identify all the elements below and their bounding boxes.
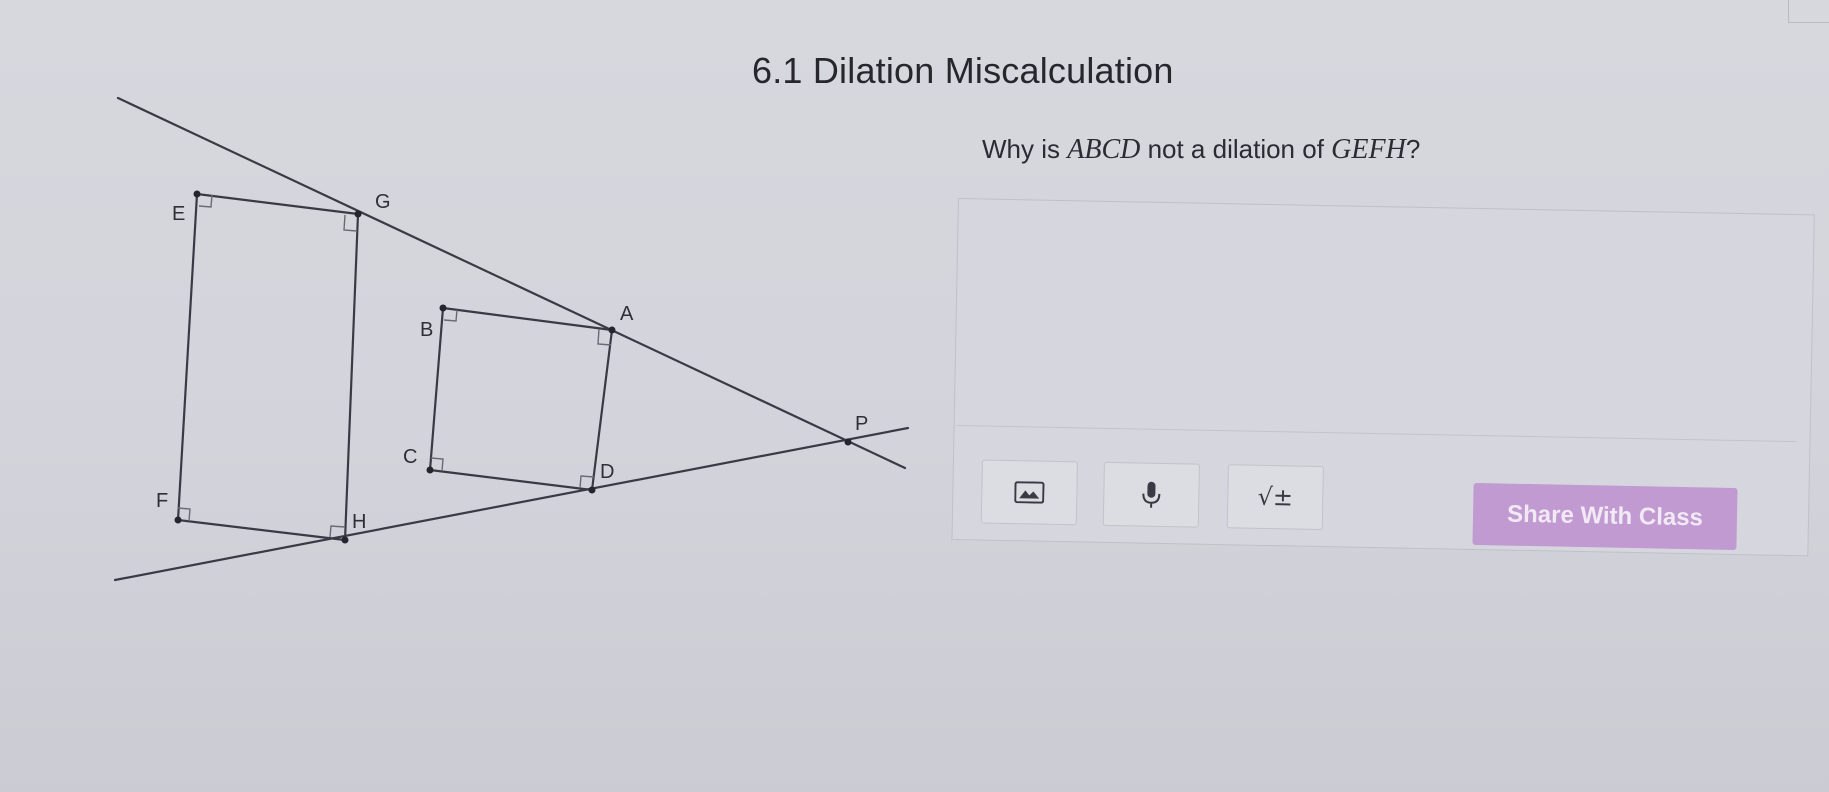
point-d — [588, 486, 596, 494]
label-e: E — [172, 203, 185, 225]
point-e — [193, 190, 201, 198]
point-b — [439, 304, 447, 312]
microphone-icon — [1142, 481, 1161, 508]
response-toolbar: √± Share With Class — [953, 433, 1810, 551]
point-a — [608, 326, 616, 334]
upper-ray — [116, 96, 907, 470]
add-image-button[interactable] — [980, 459, 1078, 526]
label-a: A — [620, 303, 634, 325]
lower-ray — [113, 426, 910, 582]
label-h: H — [352, 511, 366, 533]
image-icon — [1014, 481, 1045, 504]
label-d: D — [600, 461, 614, 483]
question-middle: not a dilation of — [1140, 134, 1332, 164]
shape-abcd: ABCD — [1067, 134, 1141, 165]
point-f — [174, 516, 182, 524]
point-c — [426, 466, 434, 474]
quadrilateral-abcd — [428, 306, 614, 492]
math-input-button[interactable]: √± — [1226, 464, 1324, 531]
label-f: F — [156, 490, 168, 512]
activity-page: 6.1 Dilation Miscalculation E G F H B A … — [0, 0, 1829, 792]
question-prompt: Why is ABCD not a dilation of GEFH? — [982, 134, 1420, 166]
record-audio-button[interactable] — [1102, 461, 1200, 528]
square-root-icon: √± — [1257, 482, 1294, 512]
window-corner — [1788, 0, 1829, 23]
label-c: C — [403, 446, 417, 468]
share-with-class-button[interactable]: Share With Class — [1472, 482, 1738, 551]
point-p — [844, 438, 852, 446]
label-p: P — [855, 413, 868, 435]
quadrilateral-gefh — [176, 192, 360, 542]
right-angle-b — [443, 309, 458, 322]
right-angle-g — [343, 214, 358, 232]
question-prefix: Why is — [982, 134, 1068, 164]
point-h — [341, 536, 349, 544]
answer-input[interactable] — [956, 201, 1801, 443]
label-b: B — [420, 319, 433, 341]
right-angle-e — [198, 194, 213, 208]
shape-gefh: GEFH — [1331, 134, 1406, 165]
point-g — [354, 210, 362, 218]
response-panel: √± Share With Class — [951, 198, 1815, 557]
dilation-figure: E G F H B A C D P — [113, 96, 910, 582]
label-g: G — [375, 191, 391, 213]
question-suffix: ? — [1405, 134, 1421, 164]
